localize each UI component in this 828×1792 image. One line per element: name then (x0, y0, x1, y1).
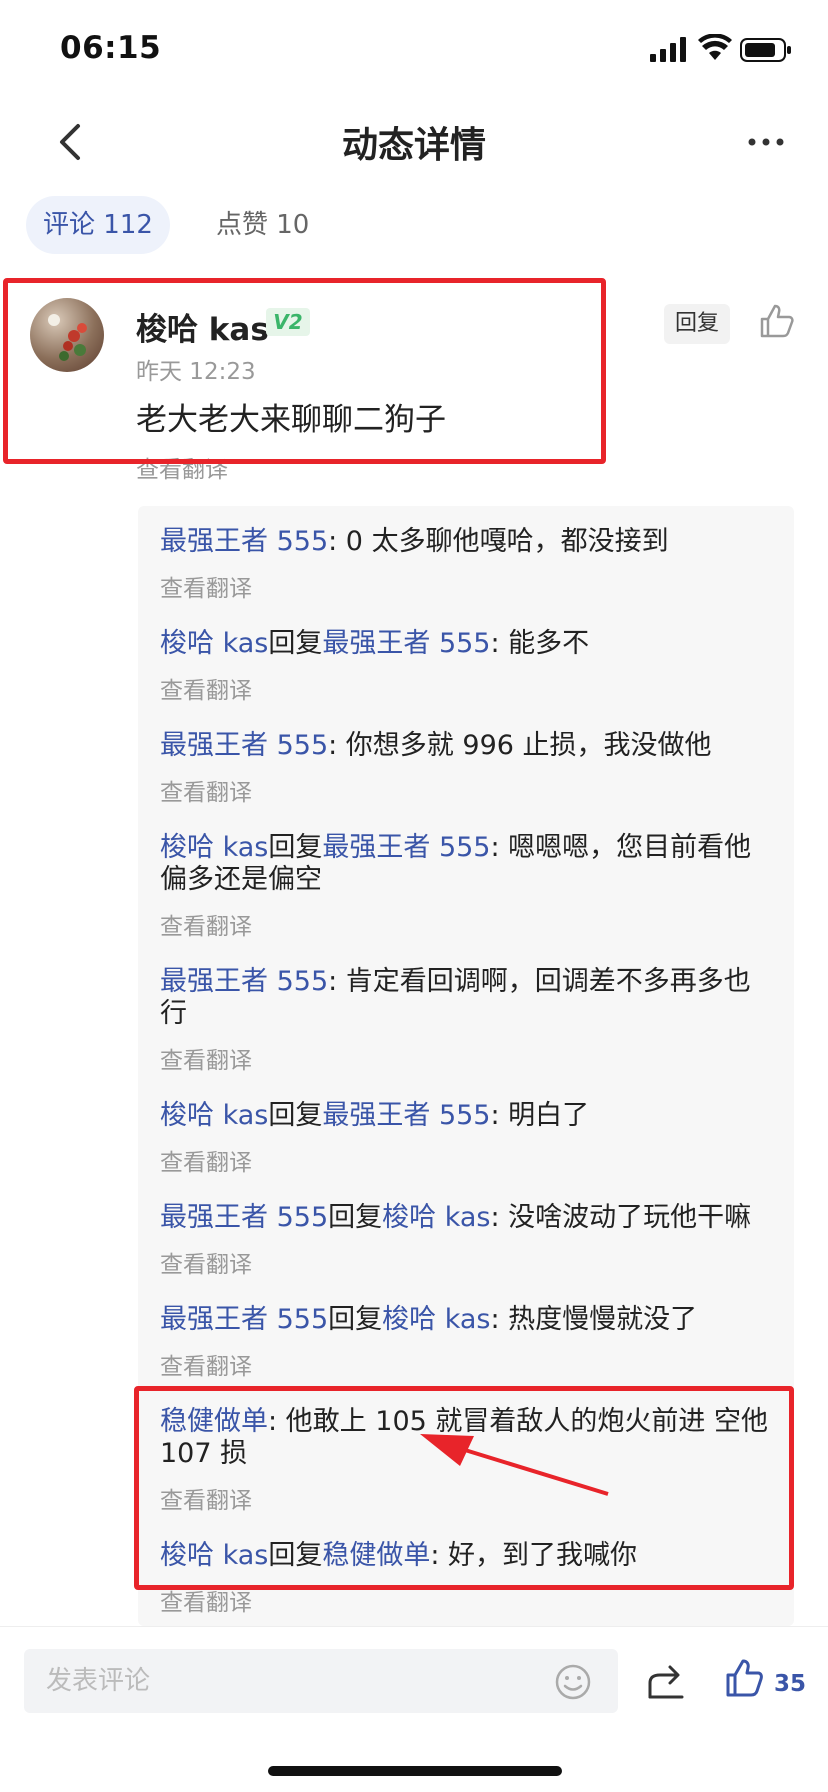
reply-author[interactable]: 梭哈 kas (160, 1540, 268, 1571)
reply-author[interactable]: 稳健做单 (160, 1406, 268, 1437)
translate-link[interactable]: 查看翻译 (160, 676, 772, 706)
reply-text: : 好，到了我喊你 (430, 1540, 638, 1571)
like-count: 35 (774, 1671, 807, 1697)
reply-target[interactable]: 梭哈 kas (382, 1304, 490, 1335)
reply-author[interactable]: 梭哈 kas (160, 628, 268, 659)
reply-item: 最强王者 555: 肯定看回调啊，回调差不多再多也行查看翻译 (160, 966, 772, 1076)
nav-bar: 动态详情 (0, 100, 828, 184)
reply-item: 稳健做单: 他敢上 105 就冒着敌人的炮火前进 空他 107 损查看翻译 (160, 1406, 772, 1516)
reply-line: 最强王者 555: 0 太多聊他嘎哈，都没接到 (160, 526, 772, 558)
translate-link[interactable]: 查看翻译 (160, 1148, 772, 1178)
avatar[interactable] (30, 298, 104, 372)
page-title: 动态详情 (341, 125, 486, 166)
translate-link[interactable]: 查看翻译 (160, 1588, 772, 1618)
reply-line: 最强王者 555回复梭哈 kas: 热度慢慢就没了 (160, 1304, 772, 1336)
reply-line: 最强王者 555: 肯定看回调啊，回调差不多再多也行 (160, 966, 772, 1030)
translate-link[interactable]: 查看翻译 (160, 1046, 772, 1076)
thumbs-up-icon[interactable] (724, 1657, 764, 1699)
comment-input[interactable] (24, 1649, 618, 1713)
tab-bar: 评论 112 点赞 10 (0, 196, 828, 256)
reply-target[interactable]: 最强王者 555 (322, 832, 490, 863)
reply-text: : 0 太多聊他嘎哈，都没接到 (328, 526, 669, 557)
wifi-icon (698, 34, 732, 60)
reply-item: 最强王者 555回复梭哈 kas: 热度慢慢就没了 查看翻译 (160, 1304, 772, 1382)
status-bar: 06:15 (0, 0, 828, 100)
reply-text: : 热度慢慢就没了 (490, 1304, 698, 1335)
reply-author[interactable]: 最强王者 555 (160, 730, 328, 761)
reply-target[interactable]: 最强王者 555 (322, 1100, 490, 1131)
reply-line: 梭哈 kas回复最强王者 555: 能多不 (160, 628, 772, 660)
reply-word: 回复 (268, 628, 323, 659)
reply-author[interactable]: 最强王者 555 (160, 966, 328, 997)
reply-item: 梭哈 kas回复最强王者 555: 明白了 查看翻译 (160, 1100, 772, 1178)
reply-target[interactable]: 梭哈 kas (382, 1202, 490, 1233)
tab-likes[interactable]: 点赞 10 (198, 196, 327, 254)
home-indicator (268, 1766, 562, 1776)
level-badge: V2 (266, 308, 310, 336)
tab-comments[interactable]: 评论 112 (26, 196, 170, 254)
translate-link[interactable]: 查看翻译 (160, 912, 772, 942)
translate-link[interactable]: 查看翻译 (160, 1250, 772, 1280)
comment-time: 昨天 12:23 (136, 359, 256, 385)
reply-word: 回复 (268, 1540, 323, 1571)
reply-line: 最强王者 555回复梭哈 kas: 没啥波动了玩他干嘛 (160, 1202, 772, 1234)
reply-text: : 能多不 (490, 628, 590, 659)
main-comment: 梭哈 kas V2 昨天 12:23 老大老大来聊聊二狗子 查看翻译 回复 (0, 280, 828, 483)
reply-text: : 明白了 (490, 1100, 590, 1131)
signal-icon (650, 37, 686, 62)
translate-link[interactable]: 查看翻译 (160, 1486, 772, 1516)
reply-word: 回复 (328, 1304, 383, 1335)
reply-line: 梭哈 kas回复最强王者 555: 嗯嗯嗯，您目前看他偏多还是偏空 (160, 832, 772, 896)
translate-link[interactable]: 查看翻译 (160, 574, 772, 604)
reply-author[interactable]: 最强王者 555 (160, 1202, 328, 1233)
reply-word: 回复 (268, 832, 323, 863)
translate-link[interactable]: 查看翻译 (136, 450, 228, 484)
reply-target[interactable]: 稳健做单 (322, 1540, 430, 1571)
reply-item: 最强王者 555: 你想多就 996 止损，我没做他 查看翻译 (160, 730, 772, 808)
reply-line: 梭哈 kas回复稳健做单: 好，到了我喊你 (160, 1540, 772, 1572)
thumbs-up-icon[interactable] (758, 302, 796, 340)
battery-icon (740, 38, 791, 62)
reply-word: 回复 (328, 1202, 383, 1233)
reply-list: 最强王者 555: 0 太多聊他嘎哈，都没接到 查看翻译 梭哈 kas回复最强王者 … (138, 506, 794, 1626)
translate-link[interactable]: 查看翻译 (160, 778, 772, 808)
reply-button[interactable]: 回复 (664, 304, 730, 344)
reply-word: 回复 (268, 1100, 323, 1131)
status-time: 06:15 (60, 30, 162, 66)
reply-author[interactable]: 最强王者 555 (160, 1304, 328, 1335)
reply-item: 最强王者 555回复梭哈 kas: 没啥波动了玩他干嘛 查看翻译 (160, 1202, 772, 1280)
reply-item: 梭哈 kas回复最强王者 555: 嗯嗯嗯，您目前看他偏多还是偏空查看翻译 (160, 832, 772, 942)
reply-item: 梭哈 kas回复最强王者 555: 能多不 查看翻译 (160, 628, 772, 706)
reply-author[interactable]: 梭哈 kas (160, 832, 268, 863)
translate-link[interactable]: 查看翻译 (160, 1352, 772, 1382)
username[interactable]: 梭哈 kas (136, 304, 269, 349)
reply-target[interactable]: 最强王者 555 (322, 628, 490, 659)
reply-line: 最强王者 555: 你想多就 996 止损，我没做他 (160, 730, 772, 762)
more-icon[interactable] (746, 130, 786, 154)
comment-text: 老大老大来聊聊二狗子 (136, 402, 446, 438)
reply-item: 梭哈 kas回复稳健做单: 好，到了我喊你 查看翻译 (160, 1540, 772, 1618)
reply-author[interactable]: 梭哈 kas (160, 1100, 268, 1131)
reply-author[interactable]: 最强王者 555 (160, 526, 328, 557)
reply-text: : 你想多就 996 止损，我没做他 (328, 730, 712, 761)
reply-text: : 没啥波动了玩他干嘛 (490, 1202, 752, 1233)
reply-line: 稳健做单: 他敢上 105 就冒着敌人的炮火前进 空他 107 损 (160, 1406, 772, 1470)
share-icon[interactable] (646, 1661, 686, 1701)
reply-item: 最强王者 555: 0 太多聊他嘎哈，都没接到 查看翻译 (160, 526, 772, 604)
reply-line: 梭哈 kas回复最强王者 555: 明白了 (160, 1100, 772, 1132)
emoji-icon[interactable] (554, 1663, 592, 1701)
